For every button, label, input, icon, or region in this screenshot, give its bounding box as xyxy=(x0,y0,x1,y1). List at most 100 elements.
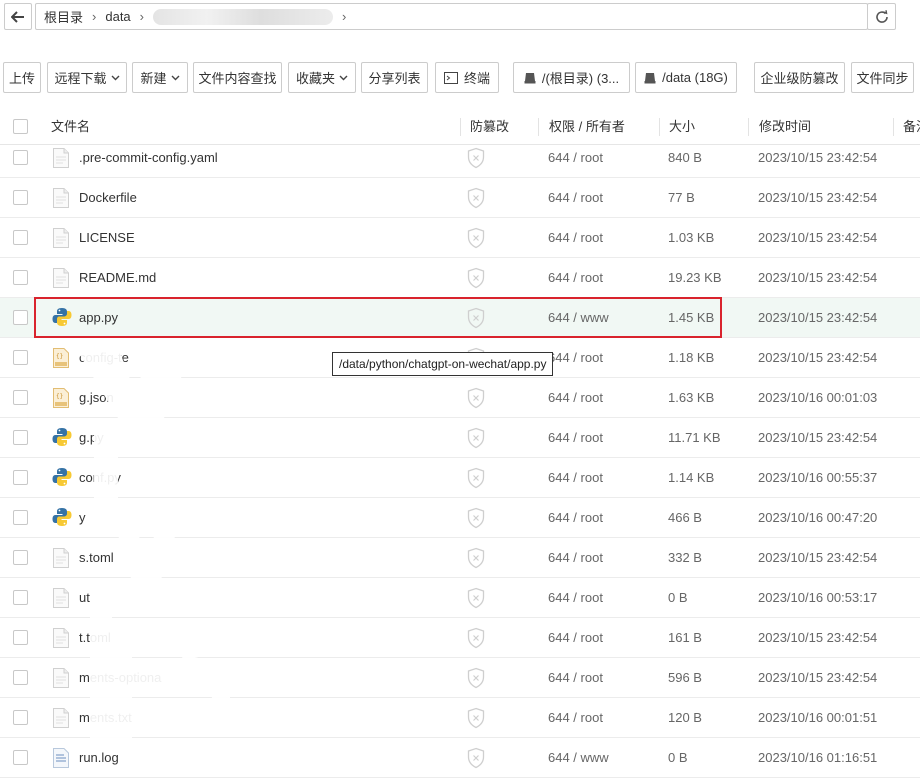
table-row[interactable]: run.log 644 / www 0 B 2023/10/16 01:16:51 xyxy=(0,738,920,778)
shield-icon[interactable] xyxy=(466,147,486,169)
breadcrumb-data[interactable]: data xyxy=(105,9,130,24)
favorites-button[interactable]: 收藏夹 xyxy=(288,62,356,93)
table-row[interactable]: ut 644 / root 0 B 2023/10/16 00:53:17 xyxy=(0,578,920,618)
upload-button[interactable]: 上传 xyxy=(3,62,41,93)
shield-icon[interactable] xyxy=(466,587,486,609)
table-row[interactable]: y 644 / root 466 B 2023/10/16 00:47:20 xyxy=(0,498,920,538)
share-list-button[interactable]: 分享列表 xyxy=(361,62,428,93)
file-permission[interactable]: 644 / www xyxy=(548,298,609,338)
row-checkbox[interactable] xyxy=(13,190,28,205)
file-permission[interactable]: 644 / root xyxy=(548,258,603,298)
file-permission[interactable]: 644 / root xyxy=(548,658,603,698)
row-checkbox[interactable] xyxy=(13,310,28,325)
shield-icon[interactable] xyxy=(466,227,486,249)
file-permission[interactable]: 644 / root xyxy=(548,498,603,538)
table-row[interactable]: conf.py 644 / root 1.14 KB 2023/10/16 00:55… xyxy=(0,458,920,498)
file-name[interactable]: g.py xyxy=(79,418,104,458)
table-row[interactable]: ments-optiona 644 / root 596 B 2023/10/15 2… xyxy=(0,658,920,698)
file-name[interactable]: .pre-commit-config.yaml xyxy=(79,144,218,178)
row-checkbox[interactable] xyxy=(13,710,28,725)
row-checkbox[interactable] xyxy=(13,750,28,765)
table-row[interactable]: app.py 644 / www 1.45 KB 2023/10/15 23:42:5… xyxy=(0,298,920,338)
file-name[interactable]: conf.py xyxy=(79,458,121,498)
new-button[interactable]: 新建 xyxy=(132,62,188,93)
path-input[interactable]: 根目录 › data › › xyxy=(35,3,868,30)
row-checkbox[interactable] xyxy=(13,350,28,365)
table-row[interactable]: g.py 644 / root 11.71 KB 2023/10/15 23:42:5… xyxy=(0,418,920,458)
file-permission[interactable]: 644 / root xyxy=(548,458,603,498)
row-checkbox[interactable] xyxy=(13,390,28,405)
col-header-perm[interactable]: 权限 / 所有者 xyxy=(549,110,625,144)
file-permission[interactable]: 644 / root xyxy=(548,578,603,618)
row-checkbox[interactable] xyxy=(13,430,28,445)
file-permission[interactable]: 644 / root xyxy=(548,538,603,578)
shield-icon[interactable] xyxy=(466,547,486,569)
remote-download-button[interactable]: 远程下载 xyxy=(47,62,127,93)
file-name[interactable]: LICENSE xyxy=(79,218,135,258)
table-row[interactable]: LICENSE 644 / root 1.03 KB 2023/10/15 23:42… xyxy=(0,218,920,258)
file-permission[interactable]: 644 / root xyxy=(548,378,603,418)
content-search-button[interactable]: 文件内容查找 xyxy=(193,62,282,93)
row-checkbox[interactable] xyxy=(13,630,28,645)
row-checkbox[interactable] xyxy=(13,670,28,685)
disk-data-button[interactable]: /data (18G) xyxy=(635,62,737,93)
file-name[interactable]: s.toml xyxy=(79,538,114,578)
table-row[interactable]: Dockerfile 644 / root 77 B 2023/10/15 23:42… xyxy=(0,178,920,218)
back-button[interactable] xyxy=(4,3,32,30)
shield-icon[interactable] xyxy=(466,627,486,649)
shield-icon[interactable] xyxy=(466,747,486,769)
shield-icon[interactable] xyxy=(466,667,486,689)
file-name[interactable]: ments-optiona xyxy=(79,658,161,698)
row-checkbox[interactable] xyxy=(13,150,28,165)
col-header-mtime[interactable]: 修改时间 xyxy=(759,110,811,144)
breadcrumb-root[interactable]: 根目录 xyxy=(44,7,83,26)
file-name[interactable]: g.json xyxy=(79,378,114,418)
file-permission[interactable]: 644 / root xyxy=(548,698,603,738)
col-header-tamper[interactable]: 防篡改 xyxy=(470,110,509,144)
file-name[interactable]: Dockerfile xyxy=(79,178,137,218)
refresh-button[interactable] xyxy=(867,3,896,30)
file-name[interactable]: app.py xyxy=(79,298,118,338)
table-row[interactable]: README.md 644 / root 19.23 KB 2023/10/15 23… xyxy=(0,258,920,298)
select-all-checkbox[interactable] xyxy=(13,119,28,134)
shield-icon[interactable] xyxy=(466,707,486,729)
disk-root-button[interactable]: /(根目录) (3... xyxy=(513,62,630,93)
row-checkbox[interactable] xyxy=(13,550,28,565)
file-name[interactable]: config-te xyxy=(79,338,129,378)
file-name[interactable]: run.log xyxy=(79,738,119,778)
shield-icon[interactable] xyxy=(466,307,486,329)
shield-icon[interactable] xyxy=(466,467,486,489)
shield-icon[interactable] xyxy=(466,427,486,449)
col-header-size[interactable]: 大小 xyxy=(669,110,695,144)
file-permission[interactable]: 644 / root xyxy=(548,218,603,258)
file-sync-button[interactable]: 文件同步 xyxy=(851,62,914,93)
row-checkbox[interactable] xyxy=(13,270,28,285)
table-row[interactable]: {} g.json 644 / root 1.63 KB 2023/10/16 00:0… xyxy=(0,378,920,418)
file-name[interactable]: t.toml xyxy=(79,618,111,658)
row-checkbox[interactable] xyxy=(13,510,28,525)
file-permission[interactable]: 644 / root xyxy=(548,144,603,178)
table-row[interactable]: .pre-commit-config.yaml 644 / root 840 B 20… xyxy=(0,144,920,178)
file-permission[interactable]: 644 / www xyxy=(548,738,609,778)
file-permission[interactable]: 644 / root xyxy=(548,338,603,378)
shield-icon[interactable] xyxy=(466,507,486,529)
row-checkbox[interactable] xyxy=(13,230,28,245)
shield-icon[interactable] xyxy=(466,187,486,209)
terminal-button[interactable]: 终端 xyxy=(435,62,499,93)
file-name[interactable]: ut xyxy=(79,578,90,618)
file-permission[interactable]: 644 / root xyxy=(548,618,603,658)
row-checkbox[interactable] xyxy=(13,590,28,605)
file-name[interactable]: y xyxy=(79,498,86,538)
table-row[interactable]: ments.txt 644 / root 120 B 2023/10/16 00:01… xyxy=(0,698,920,738)
tamper-protect-button[interactable]: 企业级防篡改 xyxy=(754,62,845,93)
shield-icon[interactable] xyxy=(466,387,486,409)
file-name[interactable]: ments.txt xyxy=(79,698,132,738)
table-row[interactable]: s.toml 644 / root 332 B 2023/10/15 23:42:54 xyxy=(0,538,920,578)
row-checkbox[interactable] xyxy=(13,470,28,485)
table-row[interactable]: t.toml 644 / root 161 B 2023/10/15 23:42:54 xyxy=(0,618,920,658)
col-header-name[interactable]: 文件名 xyxy=(51,110,90,144)
file-permission[interactable]: 644 / root xyxy=(548,418,603,458)
col-header-note[interactable]: 备注 xyxy=(903,110,920,144)
file-name[interactable]: README.md xyxy=(79,258,156,298)
file-permission[interactable]: 644 / root xyxy=(548,178,603,218)
